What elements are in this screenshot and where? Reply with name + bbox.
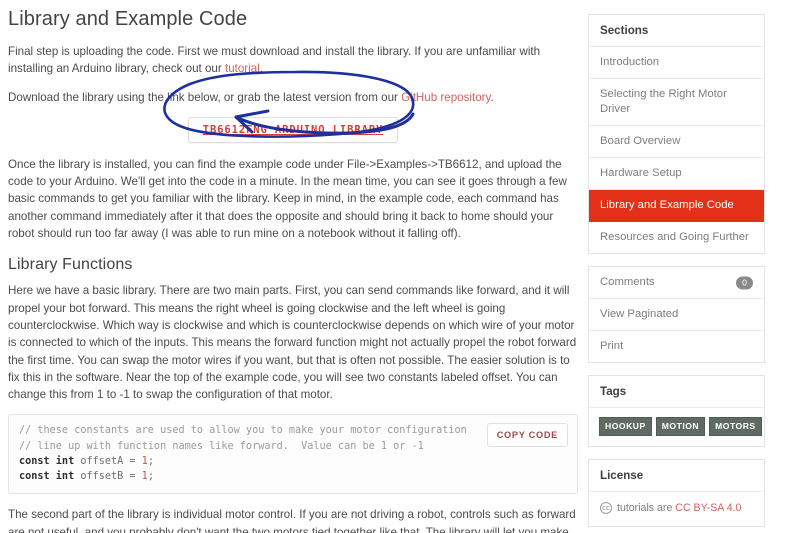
tag-hookup[interactable]: HOOKUP [599,417,652,436]
license-row: cc tutorials are CC BY-SA 4.0 [589,492,764,526]
intro-paragraph-1: Final step is uploading the code. First … [8,43,578,78]
intro-p1-text-before: Final step is uploading the code. First … [8,45,541,76]
intro-paragraph-3: Once the library is installed, you can f… [8,157,567,241]
comments-row[interactable]: Comments 0 [589,267,764,299]
comments-count-badge: 0 [736,276,753,289]
download-button-wrapper: TB6612FNG ARDUINO LIBRARY [8,116,578,143]
sidebar-item-resources-and-going-further[interactable]: Resources and Going Further [589,222,764,253]
actions-card: Comments 0 View Paginated Print [588,266,765,363]
code-line: // these constants are used to allow you… [19,425,467,437]
print-row[interactable]: Print [589,331,764,362]
license-link[interactable]: CC BY-SA 4.0 [675,502,741,514]
tags-card: Tags HOOKUP MOTION MOTORS [588,375,765,447]
code-line: // line up with function names like forw… [19,440,424,452]
license-text: tutorials are CC BY-SA 4.0 [617,501,741,515]
sidebar: Sections Introduction Selecting the Righ… [588,14,765,533]
tag-motors[interactable]: MOTORS [709,417,762,436]
view-paginated-row[interactable]: View Paginated [589,299,764,331]
tag-motion[interactable]: MOTION [655,417,706,436]
intro-p2-text-after: . [490,90,494,104]
intro-p2-text-before: Download the library using the link belo… [8,90,402,104]
copy-code-button-1[interactable]: COPY CODE [486,423,568,448]
sections-card: Sections Introduction Selecting the Righ… [588,14,765,254]
tags-card-header: Tags [589,376,764,408]
page-root: Library and Example Code Final step is u… [0,0,800,533]
library-functions-paragraph-1: Here we have a basic library. There are … [8,284,577,402]
sidebar-item-library-and-example-code[interactable]: Library and Example Code [589,190,764,222]
license-card: License cc tutorials are CC BY-SA 4.0 [588,459,765,527]
license-card-header: License [589,460,764,492]
sidebar-item-hardware-setup[interactable]: Hardware Setup [589,158,764,190]
code-line: const int offsetB = 1; [19,471,154,483]
library-functions-heading: Library Functions [8,256,133,274]
comments-label: Comments [600,276,655,288]
creative-commons-icon: cc [600,502,612,514]
sidebar-item-selecting-the-right-motor-driver[interactable]: Selecting the Right Motor Driver [589,79,764,126]
code-line: const int offsetA = 1; [19,455,154,467]
intro-p1-text-after: . [259,62,264,76]
page-title: Library and Example Code [8,8,248,30]
license-text-before: tutorials are [617,502,676,514]
sidebar-item-introduction[interactable]: Introduction [589,47,764,79]
code-block-offsets: COPY CODE // these constants are used to… [8,414,578,495]
tutorial-link[interactable]: tutorial [225,62,260,75]
sections-card-header: Sections [589,15,764,47]
download-library-button[interactable]: TB6612FNG ARDUINO LIBRARY [187,116,399,143]
github-repository-link[interactable]: GitHub repository [401,91,490,104]
intro-paragraph-2: Download the library using the link belo… [8,89,578,106]
main-content: Library and Example Code Final step is u… [8,0,578,533]
sidebar-item-board-overview[interactable]: Board Overview [589,126,764,158]
tags-list: HOOKUP MOTION MOTORS [589,408,764,446]
library-functions-paragraph-2: The second part of the library is indivi… [8,508,576,533]
